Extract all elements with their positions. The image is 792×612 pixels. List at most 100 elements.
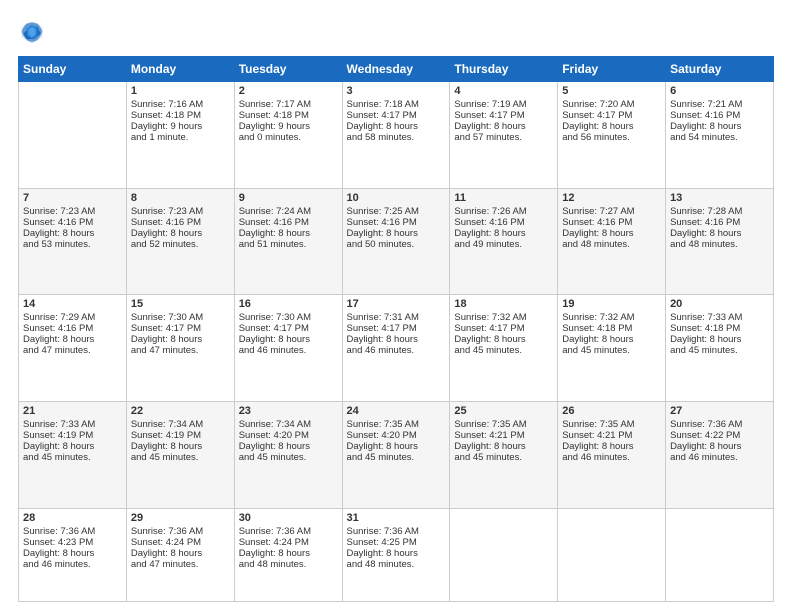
day-info-line: Daylight: 8 hours <box>562 228 661 239</box>
calendar-cell: 22Sunrise: 7:34 AMSunset: 4:19 PMDayligh… <box>126 401 234 508</box>
day-info-line: Sunset: 4:16 PM <box>23 217 122 228</box>
calendar-cell <box>19 82 127 189</box>
day-info-line: Sunset: 4:17 PM <box>562 110 661 121</box>
day-info-line: Sunrise: 7:36 AM <box>347 526 446 537</box>
day-number: 26 <box>562 405 661 417</box>
day-info-line: Daylight: 8 hours <box>670 121 769 132</box>
day-number: 25 <box>454 405 553 417</box>
day-number: 22 <box>131 405 230 417</box>
calendar-header-sunday: Sunday <box>19 57 127 82</box>
day-info-line: and 46 minutes. <box>562 452 661 463</box>
calendar-cell: 4Sunrise: 7:19 AMSunset: 4:17 PMDaylight… <box>450 82 558 189</box>
calendar-cell: 6Sunrise: 7:21 AMSunset: 4:16 PMDaylight… <box>666 82 774 189</box>
calendar-cell: 18Sunrise: 7:32 AMSunset: 4:17 PMDayligh… <box>450 295 558 402</box>
day-info-line: and 45 minutes. <box>23 452 122 463</box>
calendar-cell: 21Sunrise: 7:33 AMSunset: 4:19 PMDayligh… <box>19 401 127 508</box>
calendar-cell: 11Sunrise: 7:26 AMSunset: 4:16 PMDayligh… <box>450 188 558 295</box>
calendar-cell: 25Sunrise: 7:35 AMSunset: 4:21 PMDayligh… <box>450 401 558 508</box>
day-info-line: and 47 minutes. <box>131 345 230 356</box>
header <box>18 18 774 46</box>
calendar-cell: 31Sunrise: 7:36 AMSunset: 4:25 PMDayligh… <box>342 508 450 601</box>
logo <box>18 18 50 46</box>
calendar-cell: 29Sunrise: 7:36 AMSunset: 4:24 PMDayligh… <box>126 508 234 601</box>
day-info-line: Sunrise: 7:33 AM <box>23 419 122 430</box>
day-info-line: Sunset: 4:16 PM <box>131 217 230 228</box>
day-info-line: Sunrise: 7:23 AM <box>131 206 230 217</box>
day-info-line: Sunrise: 7:21 AM <box>670 99 769 110</box>
day-number: 28 <box>23 512 122 524</box>
day-info-line: and 57 minutes. <box>454 132 553 143</box>
day-info-line: Sunrise: 7:34 AM <box>131 419 230 430</box>
day-info-line: Daylight: 8 hours <box>131 334 230 345</box>
day-number: 19 <box>562 298 661 310</box>
calendar-cell: 10Sunrise: 7:25 AMSunset: 4:16 PMDayligh… <box>342 188 450 295</box>
day-info-line: Sunset: 4:22 PM <box>670 430 769 441</box>
day-info-line: Sunrise: 7:34 AM <box>239 419 338 430</box>
day-info-line: and 45 minutes. <box>131 452 230 463</box>
day-number: 30 <box>239 512 338 524</box>
day-info-line: Sunset: 4:18 PM <box>239 110 338 121</box>
day-info-line: and 46 minutes. <box>239 345 338 356</box>
calendar-table: SundayMondayTuesdayWednesdayThursdayFrid… <box>18 56 774 602</box>
day-info-line: Sunrise: 7:19 AM <box>454 99 553 110</box>
day-info-line: Sunrise: 7:36 AM <box>239 526 338 537</box>
day-number: 7 <box>23 192 122 204</box>
calendar-cell: 19Sunrise: 7:32 AMSunset: 4:18 PMDayligh… <box>558 295 666 402</box>
day-info-line: Sunrise: 7:33 AM <box>670 312 769 323</box>
calendar-cell: 1Sunrise: 7:16 AMSunset: 4:18 PMDaylight… <box>126 82 234 189</box>
day-info-line: and 45 minutes. <box>347 452 446 463</box>
day-info-line: Sunset: 4:16 PM <box>347 217 446 228</box>
day-number: 5 <box>562 85 661 97</box>
day-info-line: Daylight: 8 hours <box>131 441 230 452</box>
day-info-line: Sunrise: 7:35 AM <box>454 419 553 430</box>
calendar-cell: 28Sunrise: 7:36 AMSunset: 4:23 PMDayligh… <box>19 508 127 601</box>
calendar-header-saturday: Saturday <box>666 57 774 82</box>
calendar-header-monday: Monday <box>126 57 234 82</box>
day-info-line: and 48 minutes. <box>347 559 446 570</box>
calendar-cell: 20 Sunrise: 7:33 AMSunset: 4:18 PMDayligh… <box>666 295 774 402</box>
day-info-line: Daylight: 8 hours <box>23 334 122 345</box>
day-info-line: Sunrise: 7:16 AM <box>131 99 230 110</box>
day-info-line: Daylight: 8 hours <box>562 441 661 452</box>
day-info-line: Sunset: 4:20 PM <box>239 430 338 441</box>
day-info-line: Sunrise: 7:32 AM <box>454 312 553 323</box>
day-number: 23 <box>239 405 338 417</box>
day-info-line: Sunrise: 7:28 AM <box>670 206 769 217</box>
day-number: 20 <box>670 298 769 310</box>
day-info-line: Sunset: 4:25 PM <box>347 537 446 548</box>
day-info-line: Daylight: 8 hours <box>670 441 769 452</box>
day-info-line: Sunrise: 7:36 AM <box>23 526 122 537</box>
day-number: 8 <box>131 192 230 204</box>
calendar-week-row: 14Sunrise: 7:29 AMSunset: 4:16 PMDayligh… <box>19 295 774 402</box>
day-info-line: and 51 minutes. <box>239 239 338 250</box>
day-info-line: Daylight: 8 hours <box>670 334 769 345</box>
calendar-cell: 13Sunrise: 7:28 AMSunset: 4:16 PMDayligh… <box>666 188 774 295</box>
day-number: 17 <box>347 298 446 310</box>
day-info-line: Sunset: 4:17 PM <box>347 110 446 121</box>
day-number: 18 <box>454 298 553 310</box>
day-info-line: Daylight: 8 hours <box>239 228 338 239</box>
day-number: 2 <box>239 85 338 97</box>
day-info-line: Sunrise: 7:32 AM <box>562 312 661 323</box>
day-info-line: Sunset: 4:18 PM <box>670 323 769 334</box>
day-info-line: and 45 minutes. <box>670 345 769 356</box>
day-number: 1 <box>131 85 230 97</box>
day-number: 27 <box>670 405 769 417</box>
day-number: 6 <box>670 85 769 97</box>
day-number: 15 <box>131 298 230 310</box>
day-info-line: and 49 minutes. <box>454 239 553 250</box>
day-info-line: Sunset: 4:23 PM <box>23 537 122 548</box>
day-info-line: Daylight: 8 hours <box>239 334 338 345</box>
day-info-line: Daylight: 8 hours <box>239 441 338 452</box>
day-number: 3 <box>347 85 446 97</box>
day-info-line: Sunrise: 7:26 AM <box>454 206 553 217</box>
day-info-line: and 56 minutes. <box>562 132 661 143</box>
day-info-line: and 50 minutes. <box>347 239 446 250</box>
calendar-cell: 24Sunrise: 7:35 AMSunset: 4:20 PMDayligh… <box>342 401 450 508</box>
day-info-line: Sunset: 4:16 PM <box>562 217 661 228</box>
day-info-line: Sunrise: 7:31 AM <box>347 312 446 323</box>
day-info-line: Sunrise: 7:25 AM <box>347 206 446 217</box>
calendar-week-row: 21Sunrise: 7:33 AMSunset: 4:19 PMDayligh… <box>19 401 774 508</box>
day-number: 16 <box>239 298 338 310</box>
day-info-line: Sunrise: 7:29 AM <box>23 312 122 323</box>
